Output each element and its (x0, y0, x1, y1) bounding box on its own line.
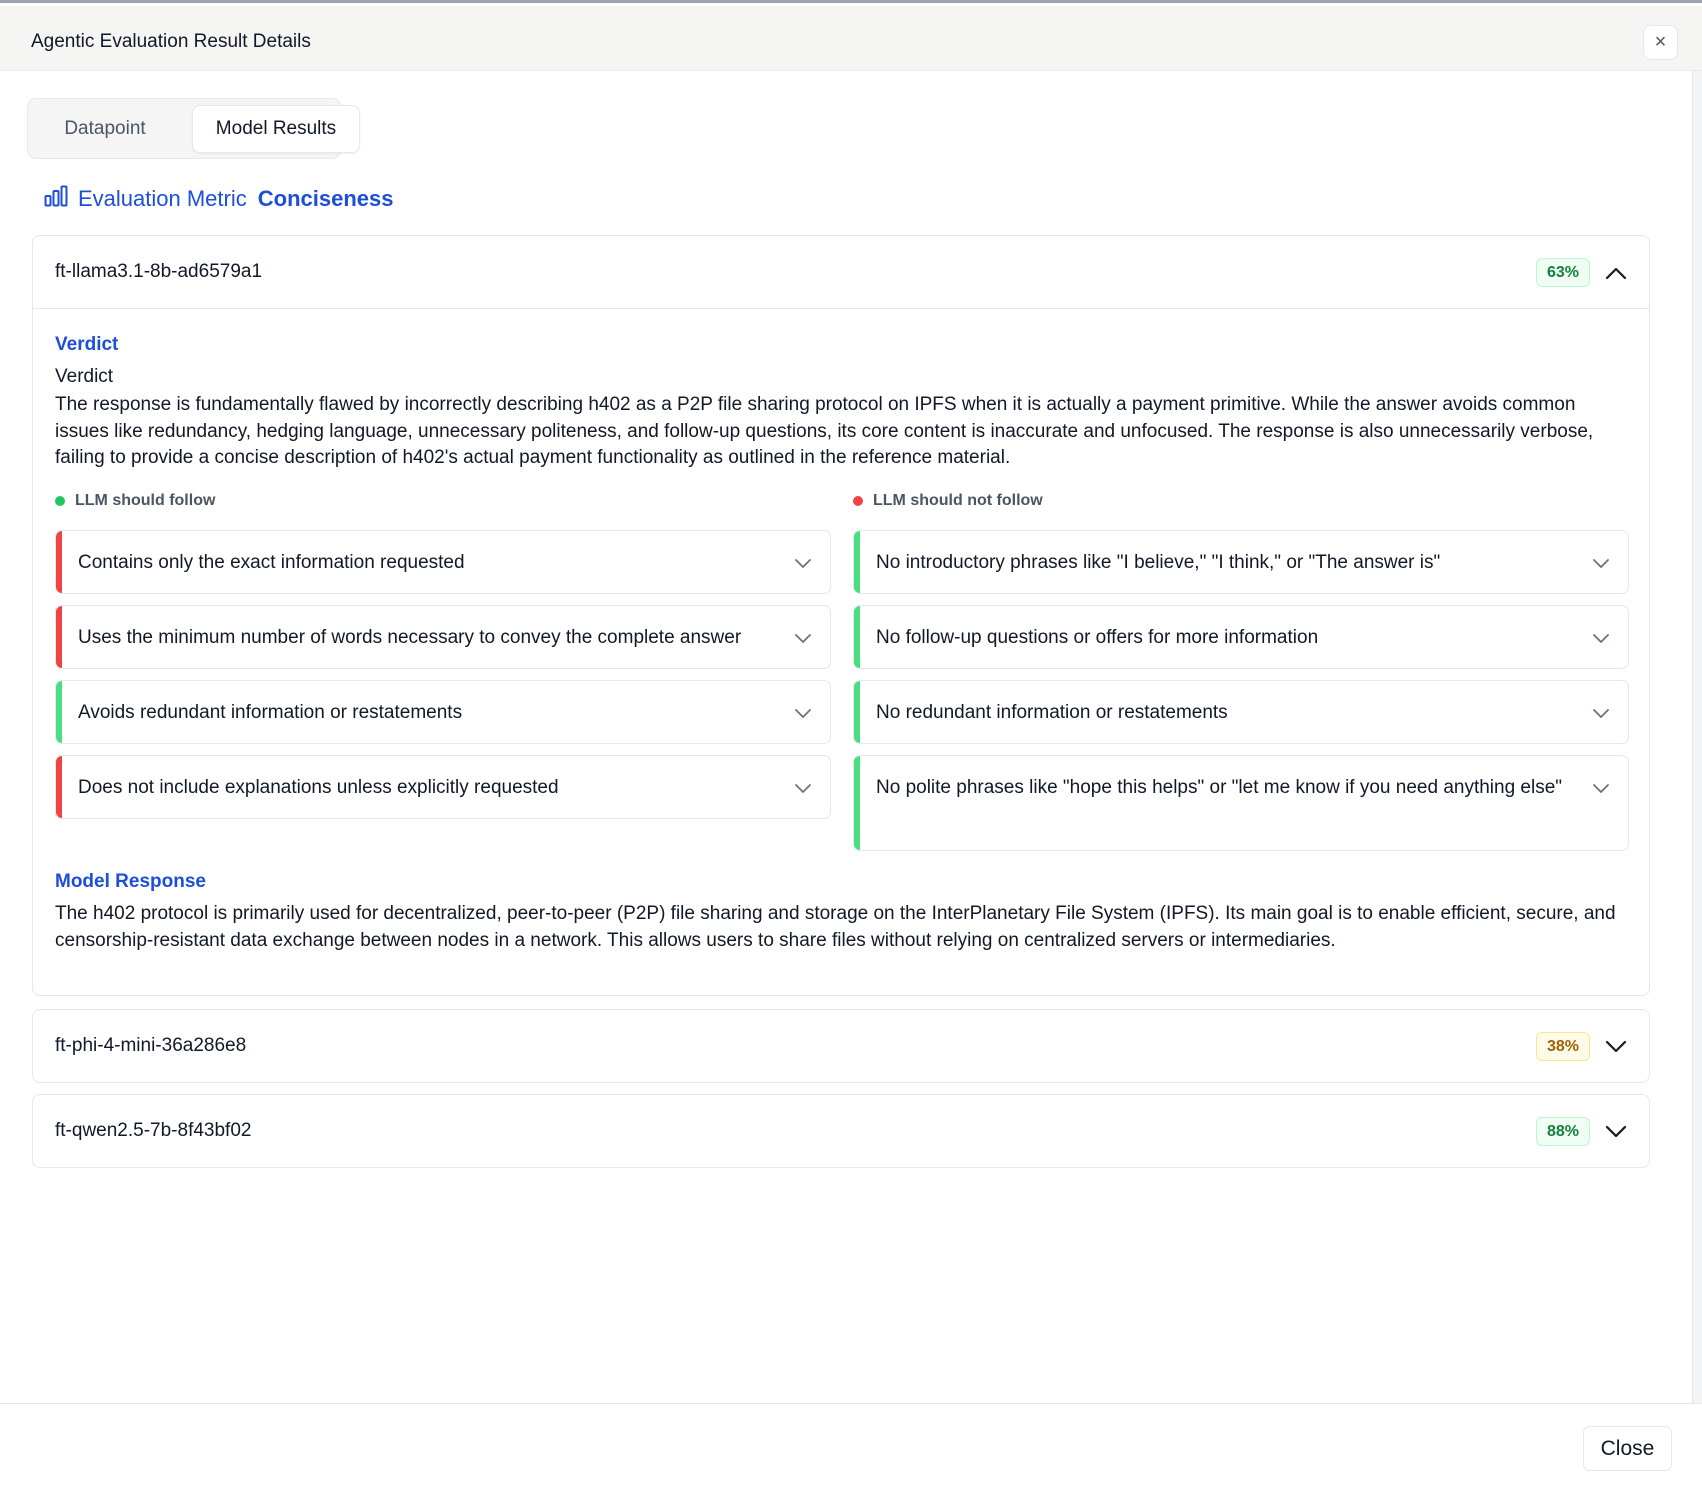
model-name: ft-qwen2.5-7b-8f43bf02 (55, 1120, 252, 1141)
model-card-phi: ft-phi-4-mini-36a286e8 38% (32, 1009, 1650, 1083)
pass-indicator (854, 756, 860, 850)
model-card-llama: ft-llama3.1-8b-ad6579a1 63% Verdict Verd… (32, 235, 1650, 996)
view-tabs: Datapoint Model Results (27, 98, 360, 159)
score-badge: 88% (1536, 1117, 1590, 1146)
chevron-down-icon (1593, 709, 1609, 718)
pass-indicator (56, 681, 62, 743)
criterion-text: Does not include explanations unless exp… (78, 777, 559, 798)
criterion-text: No follow-up questions or offers for mor… (876, 627, 1319, 648)
fail-indicator (56, 606, 62, 668)
metric-value: Conciseness (257, 186, 394, 211)
dialog-footer: Close (0, 1403, 1702, 1489)
fail-indicator (56, 756, 62, 818)
pass-indicator (854, 681, 860, 743)
red-dot-icon (853, 496, 863, 506)
model-card-header[interactable]: ft-phi-4-mini-36a286e8 38% (33, 1010, 1649, 1082)
chevron-down-icon (795, 634, 811, 643)
criterion-not-follow-4[interactable]: No polite phrases like "hope this helps"… (853, 755, 1629, 851)
score-badge: 38% (1536, 1032, 1590, 1061)
criterion-not-follow-3[interactable]: No redundant information or restatements (853, 680, 1629, 744)
chevron-down-icon[interactable] (1603, 1034, 1629, 1060)
criterion-text: Avoids redundant information or restatem… (78, 702, 463, 723)
chevron-down-icon (1593, 634, 1609, 643)
model-name: ft-llama3.1-8b-ad6579a1 (55, 261, 263, 282)
pass-indicator (854, 531, 860, 593)
model-card-qwen: ft-qwen2.5-7b-8f43bf02 88% (32, 1094, 1650, 1168)
criterion-follow-3[interactable]: Avoids redundant information or restatem… (55, 680, 831, 744)
chevron-down-icon (795, 709, 811, 718)
x-icon: × (1654, 31, 1667, 53)
close-button[interactable]: Close (1583, 1426, 1672, 1471)
chevron-up-icon[interactable] (1603, 260, 1629, 286)
chevron-down-icon (795, 559, 811, 568)
criterion-not-follow-2[interactable]: No follow-up questions or offers for mor… (853, 605, 1629, 669)
legend-label: LLM should not follow (873, 492, 1043, 509)
tab-model-results[interactable]: Model Results (192, 105, 360, 153)
criterion-follow-4[interactable]: Does not include explanations unless exp… (55, 755, 831, 819)
model-card-header[interactable]: ft-llama3.1-8b-ad6579a1 63% (33, 236, 1649, 308)
criterion-text: No introductory phrases like "I believe,… (876, 552, 1441, 573)
model-response-heading: Model Response (55, 871, 206, 892)
dialog-title: Agentic Evaluation Result Details (31, 31, 311, 52)
evaluation-metric: Evaluation Metric Conciseness (44, 184, 393, 214)
dialog-header: Agentic Evaluation Result Details × (0, 6, 1702, 71)
chevron-down-icon (795, 784, 811, 793)
bar-chart-icon (44, 185, 68, 213)
model-name: ft-phi-4-mini-36a286e8 (55, 1035, 247, 1056)
score-badge: 63% (1536, 258, 1590, 287)
criterion-text: No polite phrases like "hope this helps"… (876, 777, 1563, 798)
scrollbar-track[interactable] (1692, 71, 1702, 1403)
close-x-button[interactable]: × (1643, 25, 1678, 60)
pass-indicator (854, 606, 860, 668)
verdict-heading: Verdict (55, 334, 119, 355)
model-response-text: The h402 protocol is primarily used for … (55, 903, 1616, 951)
criterion-not-follow-1[interactable]: No introductory phrases like "I believe,… (853, 530, 1629, 594)
criterion-follow-2[interactable]: Uses the minimum number of words necessa… (55, 605, 831, 669)
criterion-text: Contains only the exact information requ… (78, 552, 465, 573)
verdict-text: The response is fundamentally flawed by … (55, 394, 1594, 468)
chevron-down-icon (1593, 784, 1609, 793)
green-dot-icon (55, 496, 65, 506)
chevron-down-icon[interactable] (1603, 1119, 1629, 1145)
legend-should-not-follow: LLM should not follow (853, 492, 1043, 510)
model-card-body: Verdict Verdict The response is fundamen… (33, 308, 1649, 995)
verdict-subheading: Verdict (55, 366, 114, 387)
criterion-text: Uses the minimum number of words necessa… (78, 627, 742, 648)
evaluation-details-dialog: Agentic Evaluation Result Details × Data… (0, 0, 1702, 1489)
legend-label: LLM should follow (75, 492, 216, 509)
criterion-text: No redundant information or restatements (876, 702, 1228, 723)
chevron-down-icon (1593, 559, 1609, 568)
model-card-header[interactable]: ft-qwen2.5-7b-8f43bf02 88% (33, 1095, 1649, 1167)
fail-indicator (56, 531, 62, 593)
legend-should-follow: LLM should follow (55, 492, 215, 510)
criterion-follow-1[interactable]: Contains only the exact information requ… (55, 530, 831, 594)
metric-label: Evaluation Metric (78, 186, 247, 211)
tab-datapoint[interactable]: Datapoint (34, 105, 176, 153)
